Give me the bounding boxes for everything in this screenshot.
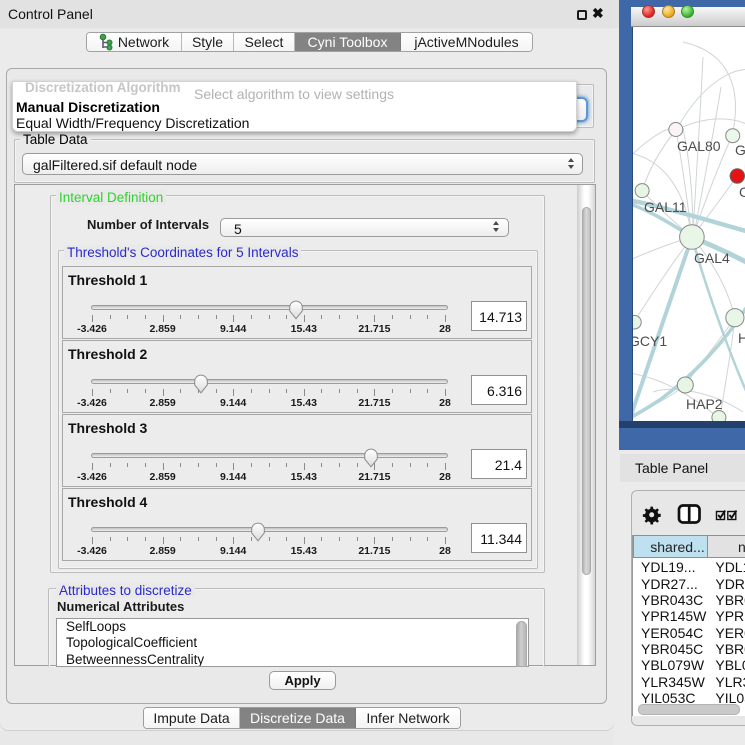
svg-text:GCY1: GCY1 <box>633 333 667 349</box>
svg-text:G: G <box>735 142 745 158</box>
svg-text:GAL4: GAL4 <box>694 250 730 266</box>
svg-text:GAL80: GAL80 <box>677 138 721 154</box>
svg-text:C: C <box>739 184 745 200</box>
svg-text:GAL11: GAL11 <box>644 199 687 215</box>
svg-text:HAP2: HAP2 <box>686 396 723 412</box>
svg-text:H: H <box>738 330 745 346</box>
